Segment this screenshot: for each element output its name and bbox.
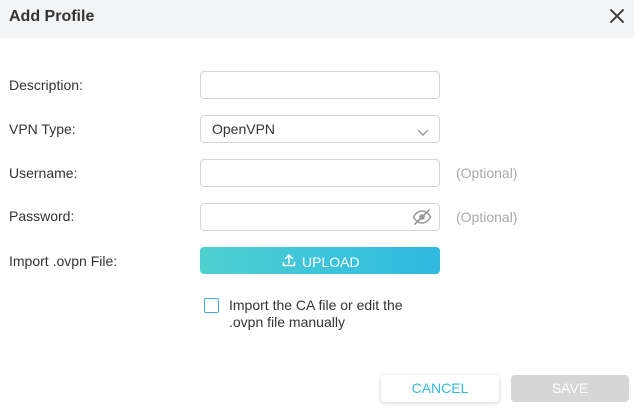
username-field-box <box>200 159 440 187</box>
save-button[interactable]: SAVE <box>511 375 629 402</box>
description-label: Description: <box>9 77 83 93</box>
import-file-label: Import .ovpn File: <box>9 253 118 269</box>
username-input[interactable] <box>201 160 421 186</box>
vpn-type-label: VPN Type: <box>9 121 76 137</box>
password-input[interactable] <box>201 204 401 230</box>
eye-slash-icon[interactable] <box>412 209 432 230</box>
upload-button-label: UPLOAD <box>302 253 360 270</box>
manual-edit-label[interactable]: Import the CA file or edit the .ovpn fil… <box>229 297 429 331</box>
username-label: Username: <box>9 165 78 181</box>
description-input[interactable] <box>201 72 421 98</box>
upload-button[interactable]: UPLOAD <box>200 247 440 274</box>
chevron-down-icon <box>416 124 430 142</box>
manual-edit-checkbox[interactable] <box>204 298 219 313</box>
dialog-title: Add Profile <box>9 8 95 25</box>
username-optional-hint: (Optional) <box>456 165 518 181</box>
password-label: Password: <box>9 208 75 224</box>
upload-button-content: UPLOAD <box>282 253 360 270</box>
dialog-header: Add Profile <box>0 0 634 38</box>
vpn-type-value: OpenVPN <box>212 121 276 137</box>
close-icon[interactable] <box>608 7 626 25</box>
password-field-box <box>200 203 440 231</box>
description-field-box <box>200 71 440 99</box>
add-profile-dialog: Add Profile Description: VPN Type: OpenV… <box>0 0 634 410</box>
password-optional-hint: (Optional) <box>456 209 518 225</box>
vpn-type-select[interactable]: OpenVPN <box>200 115 440 143</box>
upload-icon <box>282 253 302 270</box>
cancel-button[interactable]: CANCEL <box>381 375 499 402</box>
